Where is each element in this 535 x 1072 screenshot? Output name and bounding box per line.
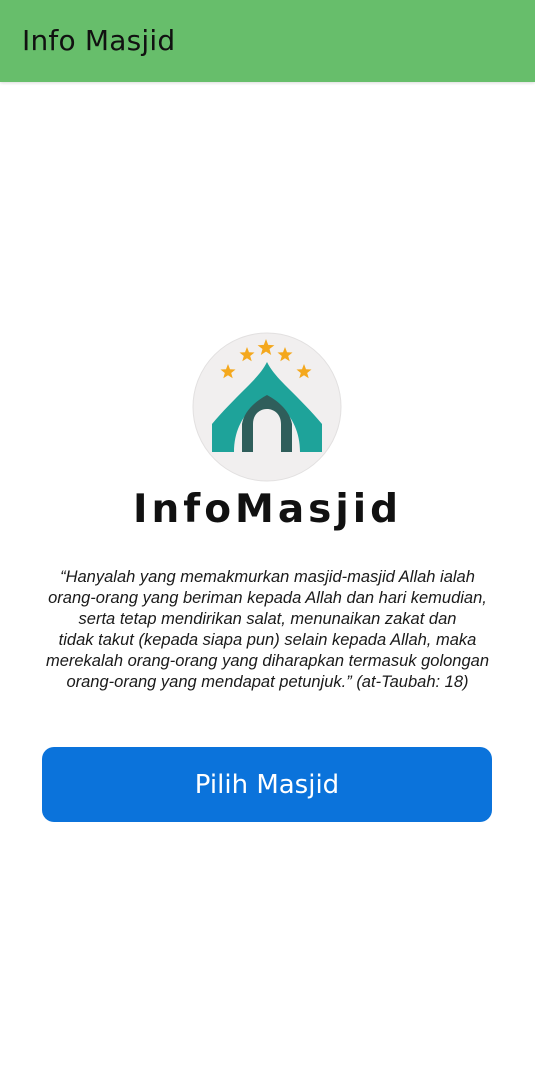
- quote-line: orang-orang yang mendapat petunjuk.” (at…: [66, 673, 469, 691]
- quote-line: orang-orang yang beriman kepada Allah da…: [48, 589, 487, 607]
- mosque-icon: [192, 332, 342, 482]
- app-bar: Info Masjid: [0, 0, 535, 82]
- app-title: Info Masjid: [22, 24, 176, 57]
- app-logo: [192, 332, 342, 482]
- pilih-masjid-button[interactable]: Pilih Masjid: [42, 747, 492, 822]
- quote-line: serta tetap mendirikan salat, menunaikan…: [78, 610, 457, 628]
- quote-line: “Hanyalah yang memakmurkan masjid-masjid…: [60, 568, 475, 586]
- brand-name: InfoMasjid: [132, 487, 403, 532]
- quote-line: tidak takut (kepada siapa pun) selain ke…: [58, 631, 477, 649]
- quote-line: merekalah orang-orang yang diharapkan te…: [45, 652, 490, 670]
- quote-text: “Hanyalah yang memakmurkan masjid-masjid…: [20, 567, 515, 693]
